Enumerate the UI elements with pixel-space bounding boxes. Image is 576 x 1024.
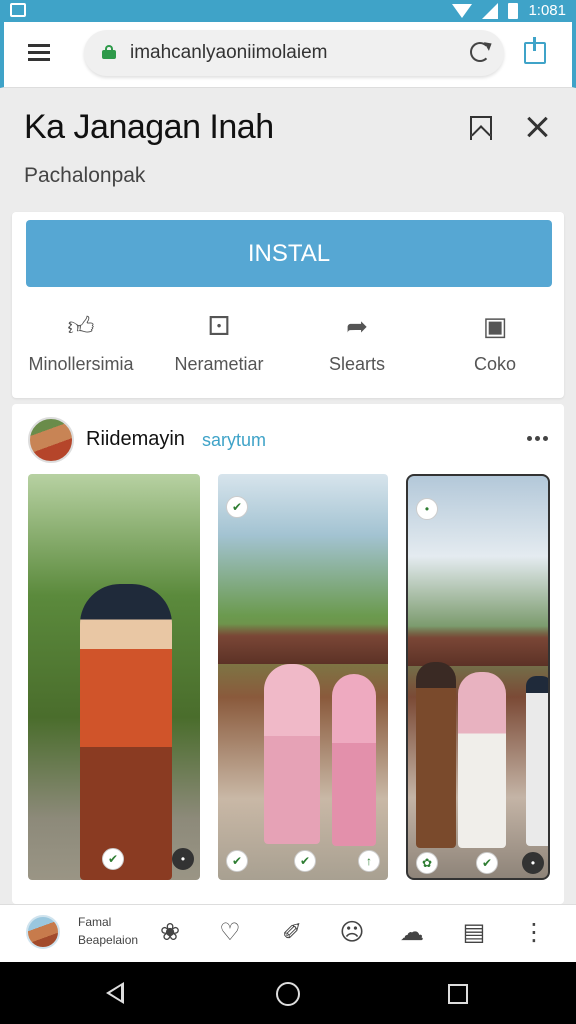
person-figure — [458, 672, 506, 848]
person-figure — [416, 662, 456, 848]
back-icon[interactable] — [106, 982, 124, 1004]
person-figure — [332, 674, 376, 846]
flower-icon: ✿ — [416, 852, 438, 874]
lock-icon — [102, 45, 116, 59]
post-image-2[interactable]: ✔ ✔ ✔ ↑ — [218, 474, 388, 880]
address-bar[interactable]: imahcanlyaoniimolaiem — [84, 30, 504, 76]
action-label: Slearts — [328, 354, 386, 374]
close-icon[interactable] — [524, 114, 550, 140]
leaf-icon: ✔ — [294, 850, 316, 872]
camera-icon: ▣ — [482, 311, 508, 341]
person-figure — [264, 664, 320, 844]
browser-toolbar: imahcanlyaoniimolaiem — [0, 22, 576, 88]
more-icon[interactable] — [527, 436, 548, 441]
action-camera[interactable]: ▣ Coko — [426, 308, 564, 388]
post-image-3[interactable]: • ✿ ✔ • — [406, 474, 550, 880]
share-icon[interactable] — [524, 37, 546, 64]
status-bar: 1:081 — [0, 0, 576, 22]
roof-shape — [218, 624, 388, 664]
share-arrow-icon: ➦ — [346, 311, 368, 341]
install-card: INSTAL 👍︎ Minollersimia ⚀ Nerametiar ➦ S… — [12, 212, 564, 398]
home-icon[interactable] — [276, 982, 300, 1006]
page-subtitle: Pachalonpak — [24, 164, 146, 187]
check-icon: ✔ — [226, 496, 248, 518]
avatar[interactable] — [26, 915, 60, 949]
person-figure — [80, 584, 172, 880]
install-button[interactable]: INSTAL — [26, 220, 552, 287]
pin-icon: • — [416, 498, 438, 520]
action-like[interactable]: 👍︎ Minollersimia — [12, 308, 150, 388]
bookmark-icon[interactable] — [470, 116, 492, 140]
hamburger-icon[interactable] — [28, 44, 50, 62]
flower-icon[interactable]: ❀ — [156, 919, 184, 947]
chat-bubble-icon[interactable]: ☁ — [398, 919, 426, 947]
status-icons: 1:081 — [452, 2, 566, 19]
shirt-icon: ⚀ — [207, 311, 231, 341]
app-header: Ka Janagan Inah Pachalonpak — [0, 88, 576, 206]
reload-icon[interactable] — [470, 42, 490, 62]
action-label: Minollersimia — [28, 354, 134, 374]
info-icon: • — [172, 848, 194, 870]
image-gallery-icon[interactable]: ▤ — [460, 919, 488, 947]
thumbs-up-icon: 👍︎ — [67, 311, 95, 341]
person-figure — [526, 676, 548, 846]
action-label: Coko — [473, 354, 517, 374]
sad-face-icon[interactable]: ☹ — [338, 919, 366, 947]
wifi-icon — [452, 3, 473, 18]
post-image-1[interactable]: ✔ • — [28, 474, 200, 880]
avatar[interactable] — [28, 417, 74, 463]
app-icon — [10, 3, 26, 17]
action-label: Nerametiar — [174, 354, 264, 374]
system-nav-bar — [0, 962, 576, 1024]
recents-icon[interactable] — [448, 984, 468, 1004]
roof-shape — [408, 626, 548, 666]
action-shirt[interactable]: ⚀ Nerametiar — [150, 308, 288, 388]
more-vertical-icon[interactable]: ⋮ — [520, 919, 548, 947]
leaf-icon: ✔ — [476, 852, 498, 874]
action-share[interactable]: ➦ Slearts — [288, 308, 426, 388]
post-author-name[interactable]: Riidemayin — [86, 428, 185, 451]
post-card: Riidemayin sarytum ✔ • ✔ ✔ ✔ ↑ • ✿ ✔ • — [12, 404, 564, 904]
heart-icon[interactable]: ♡ — [216, 919, 244, 947]
battery-icon — [508, 2, 519, 19]
signal-icon — [482, 2, 499, 19]
bottom-label-2: Beapelaion — [78, 933, 139, 947]
action-row: 👍︎ Minollersimia ⚀ Nerametiar ➦ Slearts … — [12, 308, 564, 388]
leaf-icon: ✔ — [226, 850, 248, 872]
leaf-icon: ✔ — [102, 848, 124, 870]
page-title: Ka Janagan Inah — [24, 108, 274, 146]
info-icon: • — [522, 852, 544, 874]
post-author-handle[interactable]: sarytum — [202, 430, 266, 451]
bottom-app-bar: Famal Beapelaion ❀ ♡ ✐ ☹ ☁ ▤ ⋮ — [0, 904, 576, 962]
status-time: 1:081 — [528, 2, 566, 19]
url-text[interactable]: imahcanlyaoniimolaiem — [130, 42, 327, 64]
pin-icon[interactable]: ✐ — [278, 919, 306, 947]
info-icon: ↑ — [358, 850, 380, 872]
bottom-label-1: Famal — [78, 915, 112, 929]
